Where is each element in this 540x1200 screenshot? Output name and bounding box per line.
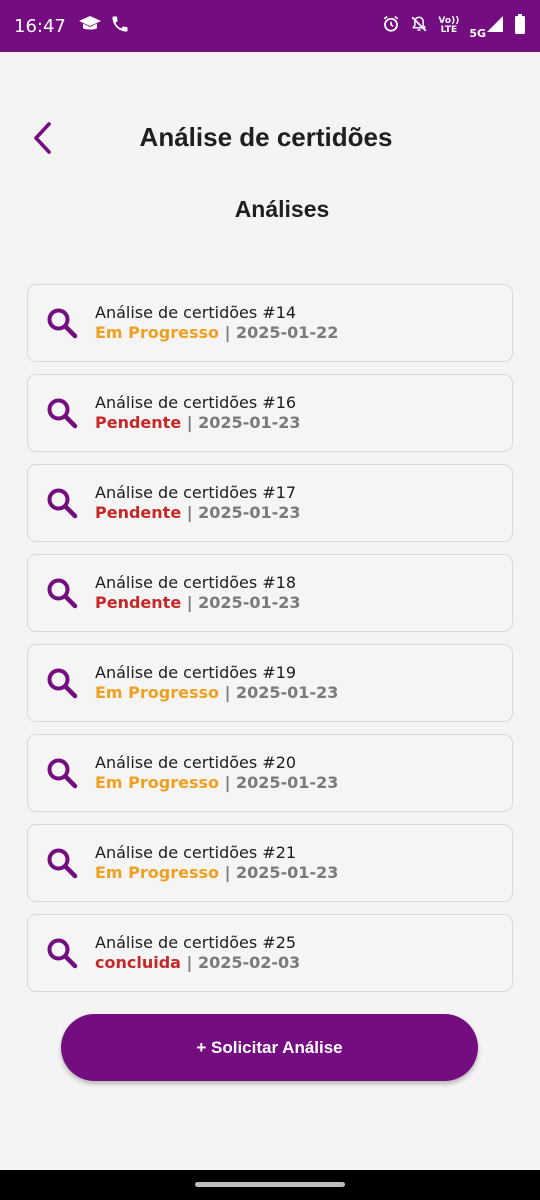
request-analysis-button[interactable]: + Solicitar Análise — [61, 1014, 478, 1081]
list-item-subtitle: Pendente | 2025-01-23 — [95, 503, 301, 523]
signal-icon — [486, 15, 504, 38]
list-item-subtitle: Pendente | 2025-01-23 — [95, 593, 301, 613]
status-label: Pendente — [95, 503, 182, 522]
status-notification-icons — [78, 14, 130, 39]
list-item-title: Análise de certidões #18 — [95, 573, 297, 592]
list-item-text: Análise de certidões #17 Pendente | 2025-… — [95, 483, 301, 523]
status-bar: 16:47 Vo)) LTE 5G — [0, 0, 540, 52]
search-icon — [45, 936, 79, 970]
list-item-title: Análise de certidões #20 — [95, 753, 297, 772]
list-item-subtitle: Pendente | 2025-01-23 — [95, 413, 301, 433]
separator: | — [219, 863, 236, 882]
search-icon — [45, 576, 79, 610]
search-icon — [45, 396, 79, 430]
status-label: Em Progresso — [95, 773, 220, 792]
separator: | — [181, 413, 199, 432]
list-item[interactable]: Análise de certidões #20 Em Progresso | 2… — [27, 734, 513, 812]
status-system-icons: Vo)) LTE 5G — [382, 13, 526, 40]
list-item-subtitle: Em Progresso | 2025-01-22 — [95, 323, 338, 343]
network-type: 5G — [469, 26, 486, 40]
separator: | — [219, 323, 236, 342]
home-gesture-handle[interactable] — [195, 1182, 345, 1187]
lte-label: LTE — [440, 25, 458, 35]
search-icon — [45, 666, 79, 700]
list-item-title: Análise de certidões #16 — [95, 393, 297, 412]
date-label: 2025-01-23 — [198, 413, 301, 432]
status-label: Em Progresso — [95, 863, 220, 882]
list-item-text: Análise de certidões #21 Em Progresso | 2… — [95, 843, 338, 883]
search-icon — [45, 846, 79, 880]
list-item-title: Análise de certidões #19 — [95, 663, 297, 682]
section-title: Análises — [234, 196, 330, 222]
status-label: Pendente — [95, 593, 182, 612]
date-label: 2025-01-23 — [198, 593, 301, 612]
separator: | — [181, 503, 199, 522]
search-icon — [45, 486, 79, 520]
page-title: Análise de certidões — [139, 122, 393, 152]
list-item-subtitle: concluida | 2025-02-03 — [95, 953, 300, 973]
graduation-cap-icon — [78, 14, 102, 39]
list-item-text: Análise de certidões #19 Em Progresso | 2… — [95, 663, 338, 703]
battery-icon — [514, 13, 526, 39]
list-item-title: Análise de certidões #17 — [95, 483, 297, 502]
separator: | — [219, 773, 236, 792]
navigation-bar — [0, 1170, 540, 1200]
analysis-list: Análise de certidões #14 Em Progresso | 2… — [27, 284, 513, 1004]
list-item-text: Análise de certidões #14 Em Progresso | 2… — [95, 303, 338, 343]
date-label: 2025-02-03 — [197, 953, 301, 972]
list-item-subtitle: Em Progresso | 2025-01-23 — [95, 683, 338, 703]
date-label: 2025-01-23 — [198, 503, 301, 522]
list-item[interactable]: Análise de certidões #19 Em Progresso | 2… — [27, 644, 513, 722]
bell-off-icon — [410, 15, 428, 38]
status-label: Pendente — [95, 413, 182, 432]
alarm-icon — [382, 15, 400, 38]
status-label: Em Progresso — [95, 683, 220, 702]
date-label: 2025-01-23 — [236, 863, 339, 882]
list-item-text: Análise de certidões #20 Em Progresso | 2… — [95, 753, 338, 793]
search-icon — [45, 306, 79, 340]
date-label: 2025-01-23 — [236, 683, 339, 702]
list-item[interactable]: Análise de certidões #16 Pendente | 2025-… — [27, 374, 513, 452]
list-item-text: Análise de certidões #25 concluida | 2025… — [95, 933, 300, 973]
status-label: concluida — [95, 953, 181, 972]
request-analysis-label: + Solicitar Análise — [196, 1037, 343, 1057]
list-item-title: Análise de certidões #14 — [95, 303, 297, 322]
list-item-title: Análise de certidões #25 — [95, 933, 297, 952]
status-label: Em Progresso — [95, 323, 220, 342]
list-item[interactable]: Análise de certidões #18 Pendente | 2025-… — [27, 554, 513, 632]
phone-icon — [110, 14, 130, 39]
search-icon — [45, 756, 79, 790]
separator: | — [219, 683, 236, 702]
separator: | — [180, 953, 198, 972]
list-item[interactable]: Análise de certidões #17 Pendente | 2025-… — [27, 464, 513, 542]
list-item[interactable]: Análise de certidões #21 Em Progresso | 2… — [27, 824, 513, 902]
separator: | — [181, 593, 199, 612]
list-item[interactable]: Análise de certidões #25 concluida | 2025… — [27, 914, 513, 992]
date-label: 2025-01-23 — [236, 773, 339, 792]
list-item-subtitle: Em Progresso | 2025-01-23 — [95, 863, 338, 883]
list-item-text: Análise de certidões #16 Pendente | 2025-… — [95, 393, 301, 433]
list-item-title: Análise de certidões #21 — [95, 843, 297, 862]
list-item[interactable]: Análise de certidões #14 Em Progresso | 2… — [27, 284, 513, 362]
status-time: 16:47 — [14, 15, 66, 37]
list-item-subtitle: Em Progresso | 2025-01-23 — [95, 773, 338, 793]
volte-icon: Vo)) LTE — [438, 17, 459, 35]
date-label: 2025-01-22 — [236, 323, 339, 342]
list-item-text: Análise de certidões #18 Pendente | 2025-… — [95, 573, 301, 613]
